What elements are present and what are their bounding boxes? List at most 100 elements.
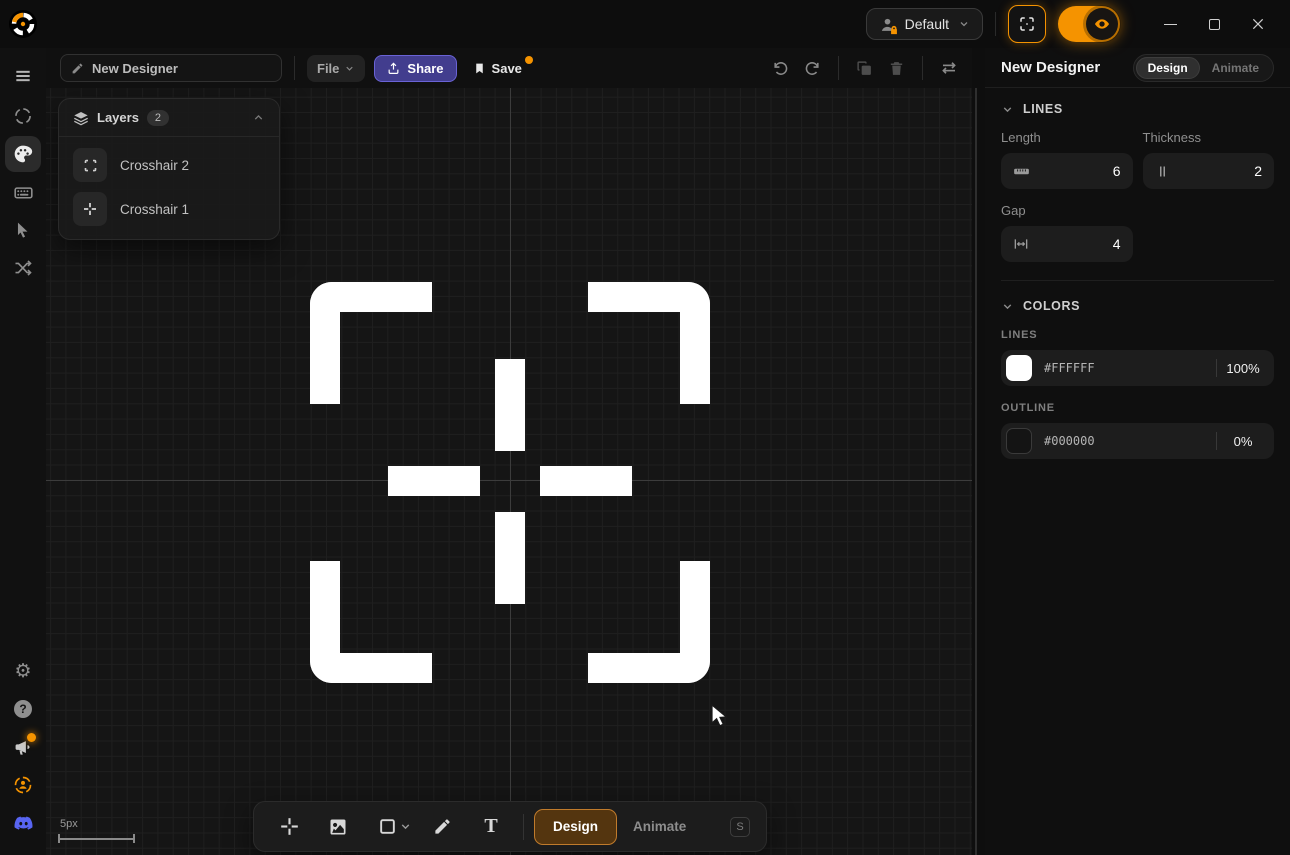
window-controls xyxy=(1148,7,1280,41)
layers-panel: Layers 2 Crosshair 2 xyxy=(58,98,280,240)
duplicate-button[interactable] xyxy=(856,60,873,77)
discord-button[interactable] xyxy=(5,805,41,841)
lines-opacity-value[interactable]: 100% xyxy=(1217,361,1269,376)
lines-section-title: LINES xyxy=(1023,102,1063,116)
share-button[interactable]: Share xyxy=(374,55,456,82)
crosshair-icon xyxy=(13,106,33,126)
section-divider xyxy=(1001,280,1274,281)
chevron-down-icon xyxy=(1001,103,1014,116)
lines-color-swatch[interactable] xyxy=(1006,355,1032,381)
layer-item-crosshair-2[interactable]: Crosshair 2 xyxy=(59,143,279,187)
notification-dot xyxy=(27,733,36,742)
chevron-down-icon[interactable] xyxy=(399,820,412,833)
maximize-icon xyxy=(1209,19,1220,30)
profile-label: Default xyxy=(905,16,949,32)
pencil-icon xyxy=(71,62,84,75)
delete-button[interactable] xyxy=(888,60,905,77)
layers-panel-header[interactable]: Layers 2 xyxy=(59,99,279,137)
crosshair-bracket-top-right[interactable] xyxy=(588,282,710,404)
animate-mode-label: Animate xyxy=(633,819,686,834)
design-canvas[interactable]: Layers 2 Crosshair 2 xyxy=(46,88,972,855)
overlay-preview-button[interactable] xyxy=(1008,5,1046,43)
chevron-up-icon[interactable] xyxy=(252,111,265,124)
ruler-icon xyxy=(1013,163,1030,180)
tab-design[interactable]: Design xyxy=(1136,57,1200,79)
bottom-toolbar: T Design Animate S xyxy=(253,801,767,852)
sidebar-item-keybinds[interactable] xyxy=(5,174,41,210)
crosshair-line-bottom[interactable] xyxy=(495,512,525,604)
undo-button[interactable] xyxy=(772,60,789,77)
support-icon xyxy=(13,775,33,795)
gap-label: Gap xyxy=(1001,203,1133,218)
sidebar-item-crosshairs[interactable] xyxy=(5,98,41,134)
announcements-button[interactable] xyxy=(5,729,41,765)
minimize-icon xyxy=(1164,24,1177,25)
length-value: 6 xyxy=(1113,163,1121,179)
layers-title: Layers xyxy=(97,110,139,125)
sidebar-item-randomizer[interactable] xyxy=(5,250,41,286)
cursor-icon xyxy=(14,221,33,240)
outline-opacity-value[interactable]: 0% xyxy=(1217,434,1269,449)
thickness-input[interactable]: 2 xyxy=(1143,153,1275,189)
length-field-group: Length 6 xyxy=(1001,130,1133,189)
outline-hex-value: #000000 xyxy=(1044,434,1095,448)
project-name-input[interactable]: New Designer xyxy=(60,54,282,82)
scrollbar[interactable] xyxy=(975,88,977,855)
square-icon xyxy=(378,817,397,836)
lines-section-header[interactable]: LINES xyxy=(1001,102,1274,116)
pencil-icon xyxy=(433,817,452,836)
tab-animate[interactable]: Animate xyxy=(1200,57,1271,79)
scale-indicator: 5px xyxy=(58,818,135,843)
gap-input[interactable]: 4 xyxy=(1001,226,1133,262)
user-lock-icon xyxy=(879,16,896,33)
menu-button[interactable] xyxy=(5,58,41,94)
close-button[interactable] xyxy=(1236,7,1280,41)
minimize-button[interactable] xyxy=(1148,7,1192,41)
layer-thumbnail xyxy=(73,192,107,226)
layers-icon xyxy=(73,110,89,126)
divider xyxy=(922,56,923,80)
crosshair-line-top[interactable] xyxy=(495,359,525,451)
settings-button[interactable]: ⚙ xyxy=(5,653,41,689)
help-button[interactable]: ? xyxy=(5,691,41,727)
save-button[interactable]: Save xyxy=(463,55,532,82)
layer-item-crosshair-1[interactable]: Crosshair 1 xyxy=(59,187,279,231)
crosshair-line-left[interactable] xyxy=(388,466,480,496)
image-tool-button[interactable] xyxy=(319,808,357,846)
maximize-button[interactable] xyxy=(1192,7,1236,41)
scan-icon xyxy=(1018,15,1036,33)
draw-tool-button[interactable] xyxy=(423,808,461,846)
file-menu-button[interactable]: File xyxy=(307,55,365,82)
divider xyxy=(294,56,295,80)
animate-mode-button[interactable]: Animate xyxy=(617,809,702,845)
crosshair-tool-button[interactable] xyxy=(270,808,308,846)
outline-color-swatch[interactable] xyxy=(1006,428,1032,454)
crosshair-bracket-top-left[interactable] xyxy=(310,282,432,404)
plus-crosshair-icon xyxy=(279,816,300,837)
thickness-field-group: Thickness 2 xyxy=(1143,130,1275,189)
colors-section-header[interactable]: COLORS xyxy=(1001,299,1274,313)
crosshair-bracket-bottom-left[interactable] xyxy=(310,561,432,683)
crosshair-bracket-bottom-right[interactable] xyxy=(588,561,710,683)
title-bar: Default xyxy=(0,0,1290,48)
design-mode-button[interactable]: Design xyxy=(534,809,617,845)
length-input[interactable]: 6 xyxy=(1001,153,1133,189)
keyboard-icon xyxy=(13,182,34,203)
lines-color-row[interactable]: #FFFFFF 100% xyxy=(1001,350,1274,386)
profile-dropdown[interactable]: Default xyxy=(866,8,983,40)
sidebar-item-designer[interactable] xyxy=(5,136,41,172)
canvas-center-horizontal-line xyxy=(46,480,972,481)
redo-button[interactable] xyxy=(804,60,821,77)
left-sidebar: ⚙ ? xyxy=(0,48,46,855)
thickness-value: 2 xyxy=(1254,163,1262,179)
outline-color-label: OUTLINE xyxy=(1001,402,1274,414)
text-tool-button[interactable]: T xyxy=(472,808,510,846)
outline-color-row[interactable]: #000000 0% xyxy=(1001,423,1274,459)
community-button[interactable] xyxy=(5,767,41,803)
visibility-toggle[interactable] xyxy=(1058,6,1120,42)
crosshair-line-right[interactable] xyxy=(540,466,632,496)
sidebar-item-cursor[interactable] xyxy=(5,212,41,248)
swap-button[interactable] xyxy=(940,59,958,77)
save-label: Save xyxy=(492,61,522,76)
design-mode-label: Design xyxy=(553,819,598,834)
